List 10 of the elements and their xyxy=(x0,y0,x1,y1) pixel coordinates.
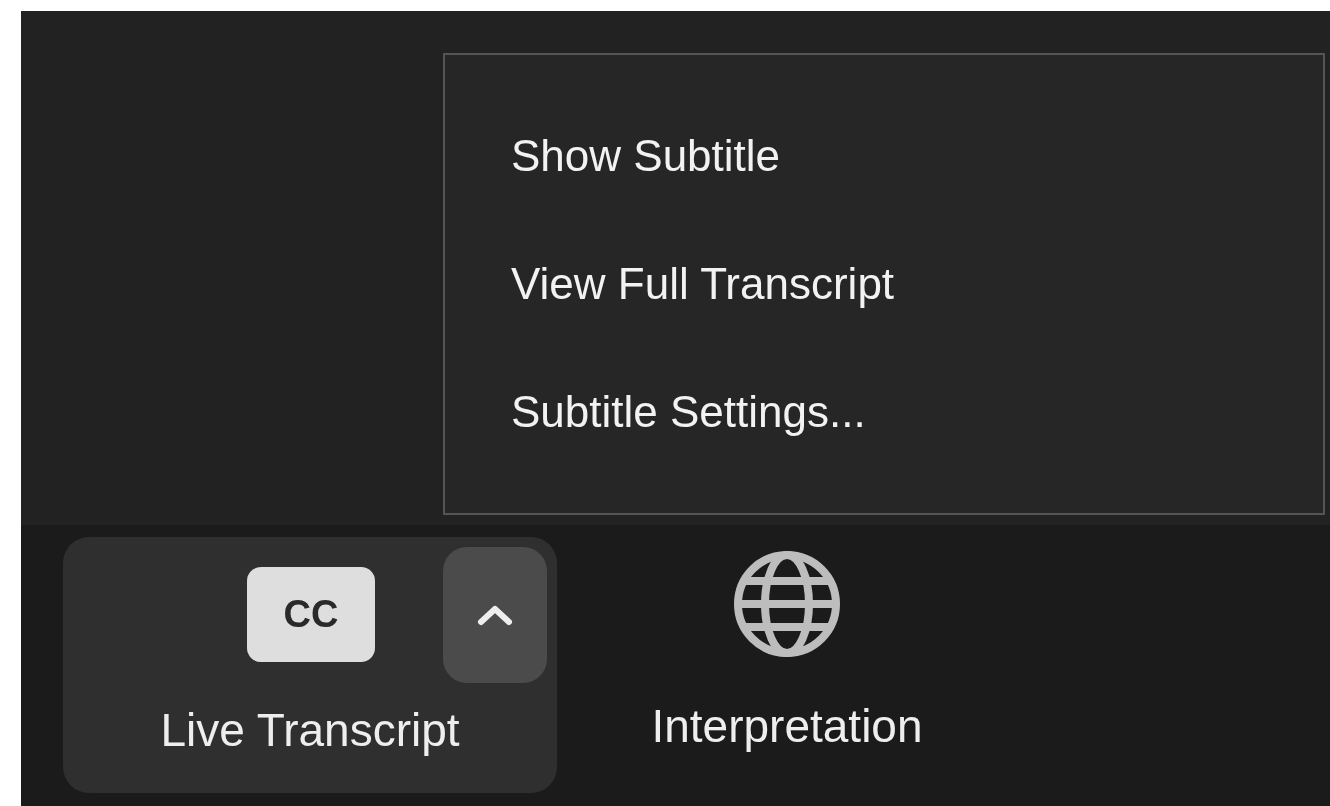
live-transcript-button[interactable]: CC Live Transcript xyxy=(63,537,557,793)
button-label: Interpretation xyxy=(651,699,923,753)
interpretation-button[interactable]: Interpretation xyxy=(577,537,997,754)
menu-item[interactable]: Show Subtitle xyxy=(511,115,781,197)
menu-item[interactable]: Subtitle Settings... xyxy=(511,371,866,453)
menu-item[interactable]: View Full Transcript xyxy=(511,243,895,325)
button-label: Live Transcript xyxy=(160,703,460,757)
caret-button[interactable] xyxy=(443,547,547,683)
cc-icon: CC xyxy=(247,567,375,662)
globe-icon xyxy=(732,549,842,659)
